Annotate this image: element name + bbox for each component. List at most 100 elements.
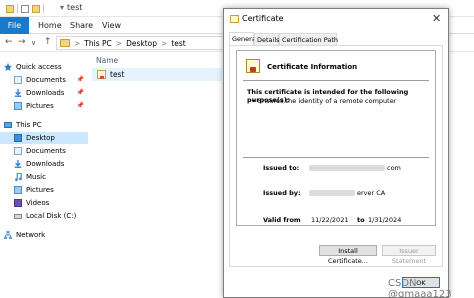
certificate-icon xyxy=(246,59,260,73)
issued-to-value: com xyxy=(387,164,401,172)
forward-button[interactable]: → xyxy=(18,37,26,47)
back-button[interactable]: ← xyxy=(5,37,13,47)
redacted-value xyxy=(309,165,385,171)
new-folder-icon[interactable] xyxy=(32,4,40,13)
video-icon xyxy=(14,199,22,207)
sidebar-item-label: Pictures xyxy=(26,186,54,194)
drive-icon xyxy=(14,213,22,219)
certificate-information-box: Certificate Information This certificate… xyxy=(236,50,436,226)
sidebar-item-label: Network xyxy=(16,231,46,239)
sidebar-item-label: Quick access xyxy=(16,63,62,71)
recent-locations-button[interactable]: ∨ xyxy=(31,39,36,47)
certificate-dialog: Certificate ✕ General Details Certificat… xyxy=(223,8,449,298)
breadcrumb-separator: > xyxy=(74,38,81,48)
sidebar-item-label: Pictures xyxy=(26,102,54,110)
music-icon xyxy=(14,172,22,181)
monitor-icon xyxy=(4,122,12,128)
sidebar-item-downloads-pc[interactable]: Downloads xyxy=(0,158,88,170)
network-icon xyxy=(4,231,12,239)
install-certificate-button[interactable]: Install Certificate... xyxy=(319,245,377,265)
sidebar-item-label: Downloads xyxy=(26,89,65,97)
documents-icon xyxy=(14,76,22,84)
toolbar-divider xyxy=(17,4,18,13)
tab-general[interactable]: General xyxy=(229,32,258,45)
file-name: test xyxy=(110,70,125,79)
up-button[interactable]: ↑ xyxy=(44,37,52,47)
pin-icon[interactable]: 📌 xyxy=(77,102,84,109)
sidebar-item-documents-pc[interactable]: Documents xyxy=(0,145,88,157)
issued-by-label: Issued by: xyxy=(263,189,301,197)
address-input[interactable]: > This PC > Desktop > test xyxy=(56,36,226,50)
list-item[interactable]: test xyxy=(92,68,222,81)
sidebar-item-label: Local Disk (C:) xyxy=(26,212,77,220)
tab-view[interactable]: View xyxy=(102,17,121,34)
sidebar-item-label: This PC xyxy=(16,121,42,129)
sidebar-item-label: Desktop xyxy=(26,134,55,142)
sidebar-item-videos[interactable]: Videos xyxy=(0,197,88,209)
valid-to-date: 1/31/2024 xyxy=(368,216,402,224)
pictures-icon xyxy=(14,102,22,110)
column-header-name[interactable]: Name xyxy=(96,56,118,65)
desktop-icon xyxy=(14,134,22,142)
valid-from-date: 11/22/2021 xyxy=(311,216,349,224)
issuer-statement-button[interactable]: Issuer Statement xyxy=(382,245,436,265)
sidebar-item-label: Documents xyxy=(26,147,66,155)
chevron-down-icon[interactable]: ▾ xyxy=(60,3,64,12)
sidebar-item-quick-access[interactable]: Quick access xyxy=(0,61,88,73)
pictures-icon xyxy=(14,186,22,194)
navigation-pane: Quick access Documents 📌 Downloads 📌 Pic… xyxy=(0,56,88,298)
issued-to-label: Issued to: xyxy=(263,164,300,172)
breadcrumb-desktop[interactable]: Desktop xyxy=(126,39,157,48)
properties-icon[interactable] xyxy=(21,4,29,13)
close-icon[interactable]: ✕ xyxy=(432,12,441,25)
breadcrumb-test[interactable]: test xyxy=(171,39,185,48)
sidebar-item-network[interactable]: Network xyxy=(0,229,88,241)
screen: ▾ test File Home Share View ← → ∨ ↑ > Thi… xyxy=(0,0,474,298)
sidebar-item-label: Downloads xyxy=(26,160,65,168)
toolbar-divider xyxy=(43,4,44,13)
watermark: CSDN @gmaaa123 xyxy=(388,278,452,298)
sidebar-item-label: Music xyxy=(26,173,46,181)
sidebar-item-music[interactable]: Music xyxy=(0,171,88,183)
sidebar-item-label: Documents xyxy=(26,76,66,84)
tab-details[interactable]: Details xyxy=(254,33,280,45)
tab-certification-path[interactable]: Certification Path xyxy=(279,33,338,45)
window-title: ▾ test xyxy=(60,3,83,12)
breadcrumb-separator: > xyxy=(161,38,168,48)
sidebar-item-local-disk[interactable]: Local Disk (C:) xyxy=(0,210,88,222)
breadcrumb-separator: > xyxy=(115,38,123,48)
sidebar-item-downloads[interactable]: Downloads 📌 xyxy=(0,87,88,99)
quick-access-toolbar xyxy=(6,4,44,13)
certificate-icon xyxy=(230,15,239,23)
sidebar-item-documents[interactable]: Documents 📌 xyxy=(0,74,88,86)
tab-file[interactable]: File xyxy=(0,17,29,34)
documents-icon xyxy=(14,147,22,155)
issued-by-value: erver CA xyxy=(357,189,386,197)
redacted-value xyxy=(309,190,355,196)
sidebar-item-label: Videos xyxy=(26,199,50,207)
download-arrow-icon xyxy=(14,160,22,168)
tab-share[interactable]: Share xyxy=(70,17,93,34)
dialog-title: Certificate xyxy=(242,14,284,23)
info-heading: Certificate Information xyxy=(267,63,358,71)
valid-to-label: to xyxy=(357,216,365,224)
certificate-file-icon xyxy=(97,70,106,79)
dialog-title-bar: Certificate ✕ xyxy=(224,9,448,29)
sidebar-item-pictures-pc[interactable]: Pictures xyxy=(0,184,88,196)
general-tab-panel: Certificate Information This certificate… xyxy=(229,45,443,267)
download-arrow-icon xyxy=(14,89,22,97)
valid-from-label: Valid from xyxy=(263,216,301,224)
sidebar-item-desktop[interactable]: Desktop xyxy=(0,132,88,144)
pin-icon[interactable]: 📌 xyxy=(77,89,84,96)
purpose-item: • Ensures the identity of a remote compu… xyxy=(252,97,397,105)
folder-icon xyxy=(60,39,70,47)
divider xyxy=(243,157,429,158)
divider xyxy=(243,80,429,81)
tab-home[interactable]: Home xyxy=(38,17,62,34)
breadcrumb-this-pc[interactable]: This PC xyxy=(84,39,111,48)
pin-icon[interactable]: 📌 xyxy=(77,76,84,83)
folder-icon[interactable] xyxy=(6,4,14,13)
sidebar-item-this-pc[interactable]: This PC xyxy=(0,119,88,131)
star-icon xyxy=(4,63,12,71)
sidebar-item-pictures[interactable]: Pictures 📌 xyxy=(0,100,88,112)
